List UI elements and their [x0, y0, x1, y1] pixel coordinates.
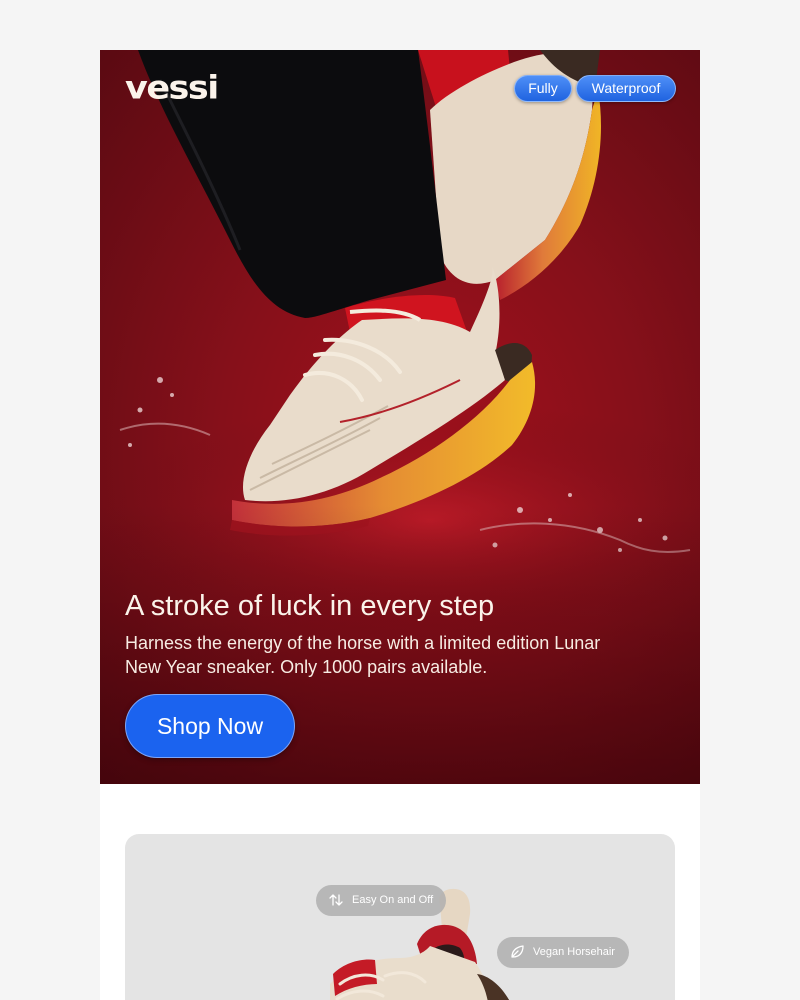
leaf-icon	[511, 945, 524, 958]
hero-banner[interactable]: vessi Fully Waterproof A stroke of luck …	[100, 50, 700, 784]
badge-fully: Fully	[514, 75, 572, 102]
feature-vegan-label: Vegan Horsehair	[533, 946, 615, 958]
sneaker-product-image	[330, 888, 509, 1000]
feature-easy-label: Easy On and Off	[352, 894, 434, 906]
feature-easy-on-off: Easy On and Off	[316, 885, 446, 916]
feature-vegan-horsehair: Vegan Horsehair	[497, 937, 629, 968]
vessi-logo[interactable]: vessi	[125, 72, 219, 105]
hero-description: Harness the energy of the horse with a l…	[125, 633, 601, 677]
hero-headline: A stroke of luck in every step	[125, 590, 495, 622]
arrows-up-down-icon	[329, 894, 343, 906]
product-feature-card: Easy On and Off Vegan Horsehair	[125, 834, 675, 1000]
badge-waterproof: Waterproof	[576, 75, 676, 102]
shop-now-button[interactable]: Shop Now	[125, 694, 295, 758]
email-body: vessi Fully Waterproof A stroke of luck …	[100, 50, 700, 1000]
